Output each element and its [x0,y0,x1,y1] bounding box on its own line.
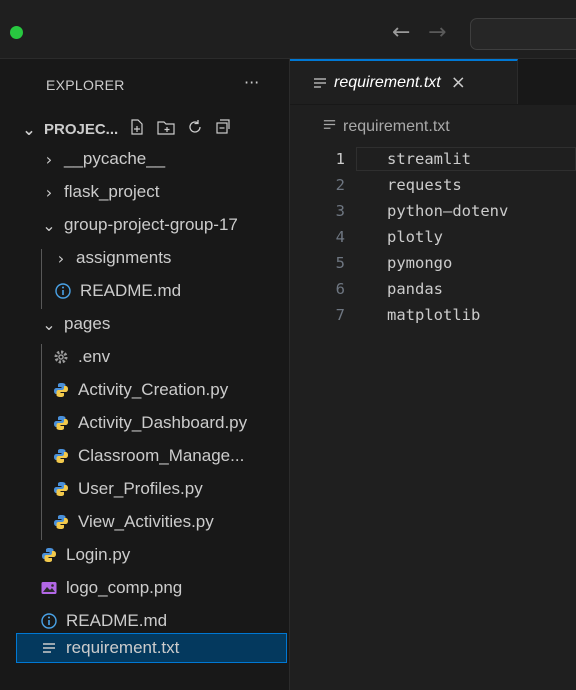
project-root-row[interactable]: ⌄ PROJEC... [0,114,289,144]
code-line[interactable]: 2 requests [290,172,576,198]
tree-item-requirement-txt[interactable]: requirement.txt [16,633,287,663]
tree-item-label: User_Profiles.py [78,479,203,498]
python-icon [52,480,70,498]
breadcrumb: requirement.txt [322,117,450,137]
refresh-icon[interactable] [186,118,204,141]
tree-item-label: Activity_Creation.py [78,380,229,399]
window-status-dot[interactable] [10,26,23,39]
text-file-icon [312,75,328,91]
code-line[interactable]: 3 python–dotenv [290,198,576,224]
forward-arrow-icon[interactable]: → [428,18,446,48]
project-root-label: PROJEC... [44,120,119,138]
python-icon [52,381,70,399]
line-number: 3 [335,202,345,220]
explorer-header: EXPLORER [46,77,125,93]
tree-item-label: pages [64,314,111,333]
code-line[interactable]: 4 plotly [290,224,576,250]
tree-item-activity-creation[interactable]: Activity_Creation.py [0,375,289,405]
tab-requirement-txt[interactable]: requirement.txt × [290,59,518,104]
chevron-right-icon: › [57,248,65,268]
editor-pane[interactable]: requirement.txt 1 streamlit 2 requests 3… [290,105,576,690]
tree-item-label: logo_comp.png [66,578,183,597]
new-file-icon[interactable] [128,118,146,141]
line-text: plotly [387,228,443,246]
line-text: requests [387,176,462,194]
tree-item-group-project[interactable]: ⌄ group-project-group-17 [0,210,289,240]
line-text: pandas [387,280,443,298]
tree-item-label: View_Activities.py [78,512,214,531]
tree-item-label: requirement.txt [66,638,180,657]
chevron-down-icon: ⌄ [42,215,56,235]
explorer-sidebar: EXPLORER ··· ⌄ PROJEC... › __pycache__ › [0,59,290,690]
tree-item-logo-comp[interactable]: logo_comp.png [0,573,289,603]
tree-item-pages[interactable]: ⌄ pages [0,309,289,339]
new-folder-icon[interactable] [156,118,176,141]
text-file-icon [40,639,58,657]
image-file-icon [40,579,58,597]
tree-item-label: .env [78,347,111,366]
line-text: pymongo [387,254,453,272]
chevron-right-icon: › [45,149,53,169]
tree-item-readme-nested[interactable]: README.md [0,276,289,306]
tree-item-classroom-management[interactable]: Classroom_Manage... [0,441,289,471]
text-file-icon [322,117,337,137]
line-number: 4 [335,228,345,246]
code-line[interactable]: 7 matplotlib [290,302,576,328]
tree-item-activity-dashboard[interactable]: Activity_Dashboard.py [0,408,289,438]
tree-item-label: Classroom_Manage... [78,446,245,465]
tree-item-login[interactable]: Login.py [0,540,289,570]
line-number: 6 [335,280,345,298]
breadcrumb-file[interactable]: requirement.txt [343,118,450,136]
root-actions [128,118,232,141]
tree-item-label: __pycache__ [64,149,166,168]
code-line[interactable]: 1 streamlit [290,146,576,172]
line-text: matplotlib [387,306,481,324]
tree-item-flask-project[interactable]: › flask_project [0,177,289,207]
editor-tab-bar: requirement.txt × [290,59,576,105]
tree-item-assignments[interactable]: › assignments [0,243,289,273]
tree-item-label: README.md [80,281,182,300]
tree-item-view-activities[interactable]: View_Activities.py [0,507,289,537]
code-line[interactable]: 5 pymongo [290,250,576,276]
command-center-search[interactable] [470,18,576,50]
python-icon [52,414,70,432]
tree-item-label: assignments [76,248,172,267]
line-text: python–dotenv [387,202,509,220]
tree-item-label: README.md [66,611,168,630]
tree-item-pycache[interactable]: › __pycache__ [0,144,289,174]
python-icon [40,546,58,564]
title-bar: ← → [0,0,576,59]
tree-item-label: Login.py [66,545,131,564]
line-text: streamlit [387,150,471,168]
line-number: 2 [335,176,345,194]
more-actions-icon[interactable]: ··· [244,73,259,92]
tree-item-label: group-project-group-17 [64,215,238,234]
python-icon [52,513,70,531]
tree-item-readme-root[interactable]: README.md [0,606,289,636]
chevron-down-icon: ⌄ [42,314,56,334]
gear-icon [52,348,70,366]
tab-label: requirement.txt [334,73,441,91]
info-icon [40,612,58,630]
collapse-all-icon[interactable] [214,118,232,141]
tree-item-user-profiles[interactable]: User_Profiles.py [0,474,289,504]
tree-item-label: flask_project [64,182,160,201]
info-icon [54,282,72,300]
chevron-down-icon: ⌄ [22,119,36,139]
code-line[interactable]: 6 pandas [290,276,576,302]
tree-item-label: Activity_Dashboard.py [78,413,248,432]
line-number: 1 [335,150,345,168]
line-number: 5 [335,254,345,272]
close-icon[interactable]: × [451,72,466,93]
line-number: 7 [335,306,345,324]
chevron-right-icon: › [45,182,53,202]
python-icon [52,447,70,465]
back-arrow-icon[interactable]: ← [392,18,410,48]
tree-item-env[interactable]: .env [0,342,289,372]
